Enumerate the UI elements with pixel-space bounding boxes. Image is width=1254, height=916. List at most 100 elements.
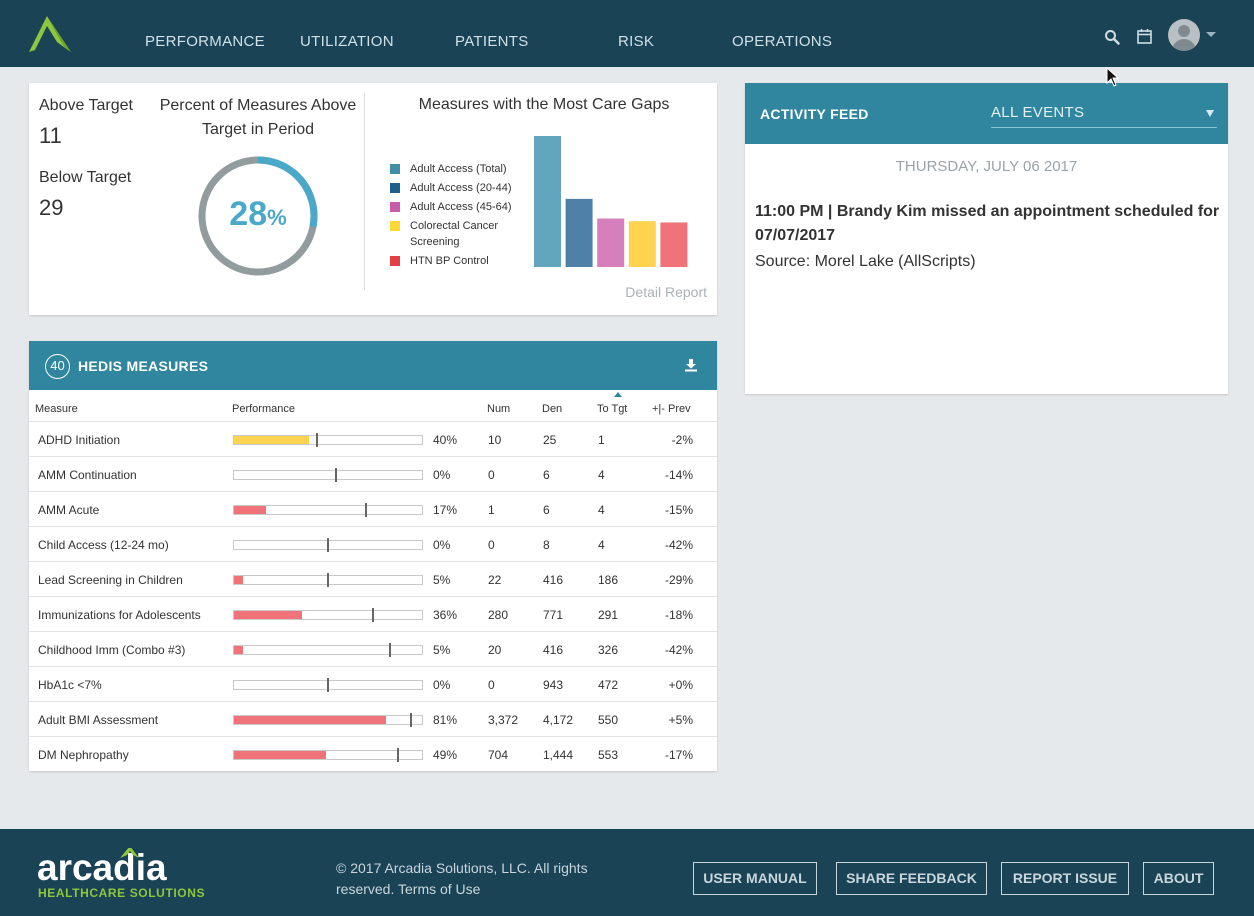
table-row[interactable]: AMM Acute 17% 1 6 4 -15% <box>29 491 717 526</box>
den-value: 771 <box>543 608 564 622</box>
share-feedback-button[interactable]: SHARE FEEDBACK <box>836 862 987 895</box>
performance-bar <box>233 538 423 552</box>
num-value: 3,372 <box>488 713 519 727</box>
num-value: 0 <box>488 538 495 552</box>
legend-item: Adult Access (Total) <box>390 161 520 177</box>
column-header-den[interactable]: Den <box>542 403 562 415</box>
to-target-value: 4 <box>598 538 605 552</box>
bar-adult-access-total[interactable] <box>534 136 561 267</box>
bar-adult-access-45-64[interactable] <box>597 218 625 267</box>
user-manual-button[interactable]: USER MANUAL <box>693 862 817 895</box>
legend-item: Adult Access (20-44) <box>390 180 520 196</box>
target-marker <box>396 748 399 762</box>
column-header-measure[interactable]: Measure <box>35 403 78 415</box>
performance-bar <box>233 573 423 587</box>
divider <box>364 93 365 290</box>
performance-bar-fill <box>234 611 302 619</box>
target-marker <box>409 713 412 727</box>
chevron-down-icon[interactable] <box>1206 32 1216 37</box>
legend-swatch <box>390 256 400 266</box>
performance-percent: 5% <box>433 643 451 657</box>
arcadia-brand-logo: arcadia <box>37 848 167 886</box>
prev-change-value: +5% <box>668 713 693 727</box>
download-icon[interactable] <box>684 358 698 372</box>
nav-performance[interactable]: PERFORMANCE <box>145 33 265 50</box>
detail-report-link[interactable]: Detail Report <box>589 284 707 300</box>
to-target-value: 550 <box>598 713 619 727</box>
performance-percent: 0% <box>433 678 451 692</box>
bar-colorectal-cancer-screening[interactable] <box>628 221 656 267</box>
top-navigation-bar: PERFORMANCE UTILIZATION PATIENTS RISK OP… <box>0 0 1254 67</box>
table-row[interactable]: ADHD Initiation 40% 10 25 1 -2% <box>29 421 717 456</box>
target-marker <box>334 468 337 482</box>
sort-ascending-icon[interactable] <box>614 392 622 397</box>
prev-change-value: -18% <box>664 608 693 622</box>
activity-feed-title: ACTIVITY FEED <box>760 106 869 122</box>
legend-item: Colorectal Cancer Screening <box>390 218 520 250</box>
below-target-label: Below Target <box>39 169 132 186</box>
performance-bar-fill <box>234 751 327 759</box>
legend-label: Colorectal Cancer Screening <box>410 220 499 248</box>
table-row[interactable]: Childhood Imm (Combo #3) 5% 20 416 326 -42% <box>29 631 717 666</box>
performance-bar-fill <box>234 506 266 514</box>
feed-event-source: Source: Morel Lake (AllScripts) <box>755 253 976 270</box>
event-filter-select[interactable]: ALL EVENTS <box>991 97 1217 128</box>
prev-change-value: -15% <box>664 503 693 517</box>
arcadia-logo[interactable] <box>27 12 73 54</box>
den-value: 8 <box>543 538 550 552</box>
column-header-num[interactable]: Num <box>487 403 510 415</box>
num-value: 20 <box>488 643 502 657</box>
legend-swatch <box>390 164 400 174</box>
table-row[interactable]: HbA1c <7% 0% 0 943 472 +0% <box>29 666 717 701</box>
num-value: 0 <box>488 468 495 482</box>
target-marker <box>364 503 367 517</box>
to-target-value: 4 <box>598 503 605 517</box>
bar-htn-bp-control[interactable] <box>660 222 688 267</box>
prev-change-value: -29% <box>664 573 693 587</box>
feed-date-heading: THURSDAY, JULY 06 2017 <box>895 158 1078 175</box>
event-filter-value: ALL EVENTS <box>991 104 1085 121</box>
nav-operations[interactable]: OPERATIONS <box>732 33 832 50</box>
nav-patients[interactable]: PATIENTS <box>455 33 529 50</box>
nav-utilization[interactable]: UTILIZATION <box>300 33 394 50</box>
table-row[interactable]: Adult BMI Assessment 81% 3,372 4,172 550 +5% <box>29 701 717 736</box>
performance-percent: 0% <box>433 468 451 482</box>
to-target-value: 186 <box>598 573 619 587</box>
measure-name: AMM Acute <box>38 503 100 517</box>
table-row[interactable]: DM Nephropathy 49% 704 1,444 553 -17% <box>29 736 717 771</box>
user-avatar[interactable] <box>1168 19 1200 51</box>
nav-risk[interactable]: RISK <box>618 33 654 50</box>
hedis-header: 40 HEDIS MEASURES <box>29 341 717 390</box>
prev-change-value: -42% <box>664 538 693 552</box>
den-value: 1,444 <box>543 748 574 762</box>
prev-change-value: -42% <box>664 643 693 657</box>
calendar-icon[interactable] <box>1137 28 1152 44</box>
num-value: 1 <box>488 503 495 517</box>
report-issue-button[interactable]: REPORT ISSUE <box>1001 862 1129 895</box>
below-target-value: 29 <box>39 195 64 220</box>
to-target-value: 291 <box>598 608 619 622</box>
target-marker <box>372 608 375 622</box>
column-header-to-tgt[interactable]: To Tgt <box>597 403 627 415</box>
about-button[interactable]: ABOUT <box>1143 862 1214 895</box>
chevron-down-icon <box>1206 110 1214 117</box>
num-value: 22 <box>488 573 502 587</box>
table-row[interactable]: Immunizations for Adolescents 36% 280 771 29… <box>29 596 717 631</box>
num-value: 280 <box>488 608 509 622</box>
den-value: 6 <box>543 503 550 517</box>
to-target-value: 472 <box>598 678 619 692</box>
feed-event-text[interactable]: 11:00 PM | Brandy Kim missed an appointm… <box>755 200 1220 248</box>
legend-label: HTN BP Control <box>410 255 489 267</box>
table-row[interactable]: Lead Screening in Children 5% 22 416 186 -29% <box>29 561 717 596</box>
table-row[interactable]: AMM Continuation 0% 0 6 4 -14% <box>29 456 717 491</box>
legend-swatch <box>390 221 400 231</box>
performance-percent: 40% <box>433 433 458 447</box>
table-row[interactable]: Child Access (12-24 mo) 0% 0 8 4 -42% <box>29 526 717 561</box>
performance-bar <box>233 433 423 447</box>
column-header-performance[interactable]: Performance <box>232 403 295 415</box>
num-value: 10 <box>488 433 502 447</box>
care-gaps-bar-chart <box>534 136 688 267</box>
bar-adult-access-20-44[interactable] <box>565 198 593 267</box>
search-icon[interactable] <box>1104 29 1120 45</box>
column-header-prev[interactable]: +|- Prev <box>652 403 691 415</box>
